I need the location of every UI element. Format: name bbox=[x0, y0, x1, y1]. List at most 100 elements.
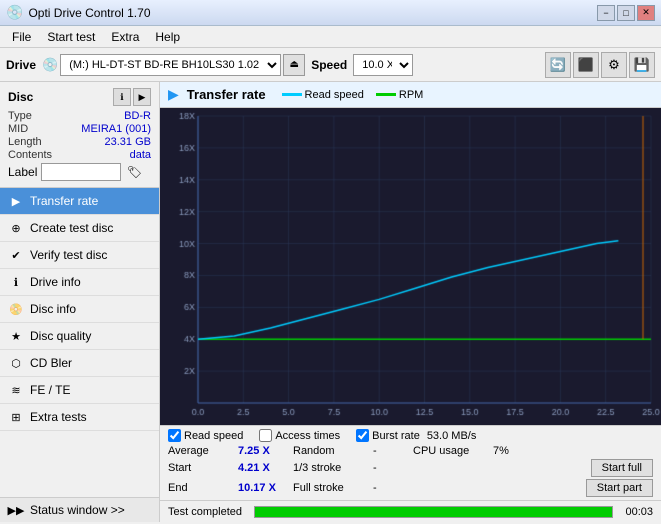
length-label: Length bbox=[8, 136, 42, 148]
nav-drive-info-label: Drive info bbox=[30, 275, 81, 289]
nav-item-transfer-rate[interactable]: ▶ Transfer rate bbox=[0, 188, 159, 215]
nav-item-verify-test-disc[interactable]: ✔ Verify test disc bbox=[0, 242, 159, 269]
stats-row-start: Start 4.21 X 1/3 stroke - Start full bbox=[168, 459, 653, 477]
burst-rate-checkbox[interactable] bbox=[356, 429, 369, 442]
nav-item-disc-quality[interactable]: ★ Disc quality bbox=[0, 323, 159, 350]
read-speed-checkbox-text: Read speed bbox=[184, 430, 243, 442]
menu-extra[interactable]: Extra bbox=[103, 28, 147, 46]
chart-bottom: Read speed Access times Burst rate 53.0 … bbox=[160, 425, 661, 500]
status-window-icon: ▶▶ bbox=[8, 502, 24, 518]
drive-select[interactable]: (M:) HL-DT-ST BD-RE BH10LS30 1.02 bbox=[60, 54, 281, 76]
legend-rpm-color bbox=[376, 93, 396, 96]
burst-rate-value: 53.0 MB/s bbox=[427, 430, 477, 442]
nav-extra-tests-label: Extra tests bbox=[30, 410, 87, 424]
mid-label: MID bbox=[8, 123, 28, 135]
chart-title-icon: ▶ bbox=[168, 86, 179, 103]
disc-icon-buttons: ℹ ▶ bbox=[113, 88, 151, 106]
nav-disc-quality-label: Disc quality bbox=[30, 329, 91, 343]
menu-start-test[interactable]: Start test bbox=[39, 28, 103, 46]
minimize-button[interactable]: − bbox=[597, 5, 615, 21]
maximize-button[interactable]: □ bbox=[617, 5, 635, 21]
disc-quality-icon: ★ bbox=[8, 328, 24, 344]
speed-label: Speed bbox=[311, 58, 347, 72]
close-button[interactable]: ✕ bbox=[637, 5, 655, 21]
nav-item-cd-bler[interactable]: ⬡ CD Bler bbox=[0, 350, 159, 377]
eject-button[interactable]: ⏏ bbox=[283, 54, 305, 76]
nav-item-disc-info[interactable]: 📀 Disc info bbox=[0, 296, 159, 323]
cpu-value: 7% bbox=[493, 445, 553, 457]
legend-read-speed: Read speed bbox=[282, 89, 364, 101]
nav-item-drive-info[interactable]: ℹ Drive info bbox=[0, 269, 159, 296]
nav-item-fe-te[interactable]: ≋ FE / TE bbox=[0, 377, 159, 404]
start-full-button[interactable]: Start full bbox=[591, 459, 653, 477]
drive-selector-wrap: 💿 (M:) HL-DT-ST BD-RE BH10LS30 1.02 ⏏ bbox=[42, 54, 305, 76]
random-label: Random bbox=[293, 445, 373, 457]
label-field-label: Label bbox=[8, 165, 37, 179]
access-times-checkbox[interactable] bbox=[259, 429, 272, 442]
length-value: 23.31 GB bbox=[105, 136, 151, 148]
content-area: ▶ Transfer rate Read speed RPM bbox=[160, 82, 661, 522]
create-test-disc-icon: ⊕ bbox=[8, 220, 24, 236]
label-input[interactable] bbox=[41, 163, 121, 181]
nav-verify-test-disc-label: Verify test disc bbox=[30, 248, 107, 262]
status-bar: Test completed 00:03 bbox=[160, 500, 661, 522]
start-part-button[interactable]: Start part bbox=[586, 479, 653, 497]
menu-file[interactable]: File bbox=[4, 28, 39, 46]
nav-items: ▶ Transfer rate ⊕ Create test disc ✔ Ver… bbox=[0, 188, 159, 497]
progress-bar bbox=[255, 507, 612, 517]
chart-legend: Read speed RPM bbox=[282, 89, 424, 101]
read-speed-checkbox-label[interactable]: Read speed bbox=[168, 429, 243, 442]
verify-test-disc-icon: ✔ bbox=[8, 247, 24, 263]
disc-info-button[interactable]: ℹ bbox=[113, 88, 131, 106]
extra-tests-icon: ⊞ bbox=[8, 409, 24, 425]
burst-rate-checkbox-label[interactable]: Burst rate 53.0 MB/s bbox=[356, 429, 476, 442]
type-value: BD-R bbox=[124, 110, 151, 122]
fe-te-icon: ≋ bbox=[8, 382, 24, 398]
checkboxes-row: Read speed Access times Burst rate 53.0 … bbox=[168, 429, 653, 442]
chart-title: Transfer rate bbox=[187, 87, 266, 102]
refresh-button[interactable]: 🔄 bbox=[545, 52, 571, 78]
stats-row-average: Average 7.25 X Random - CPU usage 7% bbox=[168, 445, 653, 457]
contents-label: Contents bbox=[8, 149, 52, 161]
cd-bler-icon: ⬡ bbox=[8, 355, 24, 371]
nav-item-create-test-disc[interactable]: ⊕ Create test disc bbox=[0, 215, 159, 242]
disc-label-row: Label 🏷 bbox=[8, 163, 151, 181]
legend-read-speed-color bbox=[282, 93, 302, 96]
disc-length-row: Length 23.31 GB bbox=[8, 136, 151, 148]
start-label: Start bbox=[168, 462, 238, 474]
chart-header: ▶ Transfer rate Read speed RPM bbox=[160, 82, 661, 108]
read-speed-checkbox[interactable] bbox=[168, 429, 181, 442]
drive-bar: Drive 💿 (M:) HL-DT-ST BD-RE BH10LS30 1.0… bbox=[0, 48, 661, 82]
disc-action-button[interactable]: ▶ bbox=[133, 88, 151, 106]
drive-info-icon: ℹ bbox=[8, 274, 24, 290]
speed-select[interactable]: 10.0 X bbox=[353, 54, 413, 76]
stats-section: Average 7.25 X Random - CPU usage 7% Sta… bbox=[168, 445, 653, 497]
drive-icon: 💿 bbox=[42, 57, 58, 73]
start-value: 4.21 X bbox=[238, 462, 293, 474]
status-window-label: Status window >> bbox=[30, 503, 125, 517]
main-layout: Disc ℹ ▶ Type BD-R MID MEIRA1 (001) Leng… bbox=[0, 82, 661, 522]
cpu-label: CPU usage bbox=[413, 445, 493, 457]
mid-value: MEIRA1 (001) bbox=[81, 123, 151, 135]
window-controls: − □ ✕ bbox=[597, 5, 655, 21]
end-value: 10.17 X bbox=[238, 482, 293, 494]
stop-button[interactable]: ⬛ bbox=[573, 52, 599, 78]
menu-bar: File Start test Extra Help bbox=[0, 26, 661, 48]
save-button[interactable]: 💾 bbox=[629, 52, 655, 78]
settings-button[interactable]: ⚙ bbox=[601, 52, 627, 78]
title-bar: 💿 Opti Drive Control 1.70 − □ ✕ bbox=[0, 0, 661, 26]
status-window-item[interactable]: ▶▶ Status window >> bbox=[0, 497, 159, 522]
chart-canvas bbox=[160, 108, 661, 425]
nav-item-extra-tests[interactable]: ⊞ Extra tests bbox=[0, 404, 159, 431]
status-time: 00:03 bbox=[625, 506, 653, 518]
menu-help[interactable]: Help bbox=[147, 28, 188, 46]
disc-contents-row: Contents data bbox=[8, 149, 151, 161]
access-times-checkbox-label[interactable]: Access times bbox=[259, 429, 340, 442]
legend-rpm: RPM bbox=[376, 89, 423, 101]
window-title: 💿 Opti Drive Control 1.70 bbox=[6, 4, 151, 21]
average-label: Average bbox=[168, 445, 238, 457]
disc-type-row: Type BD-R bbox=[8, 110, 151, 122]
legend-rpm-label: RPM bbox=[399, 89, 423, 101]
label-action-button[interactable]: 🏷 bbox=[125, 163, 143, 181]
nav-cd-bler-label: CD Bler bbox=[30, 356, 72, 370]
